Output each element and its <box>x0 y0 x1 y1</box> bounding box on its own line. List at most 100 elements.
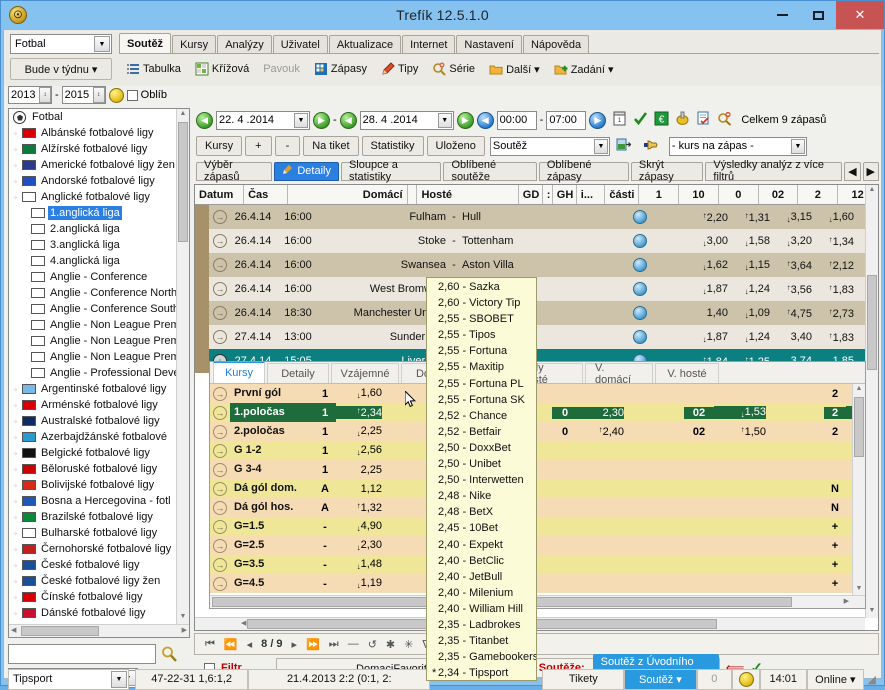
expand-row-button[interactable]: → <box>209 234 231 248</box>
toolbar-serie[interactable]: Série <box>425 58 482 80</box>
nav-mark-button[interactable]: ✱ <box>386 638 395 651</box>
tree-vertical-scrollbar[interactable]: ▲ ▼ <box>176 109 189 624</box>
odds-cell-10[interactable]: 1,31 <box>731 211 773 224</box>
internet-link-icon[interactable] <box>625 306 655 320</box>
sport-combo[interactable]: Fotbal ▼ <box>10 34 112 54</box>
time-from-prev-button[interactable]: ◀ <box>476 111 494 129</box>
coin-icon[interactable] <box>675 111 693 129</box>
euro-icon[interactable]: € <box>654 111 672 129</box>
search-icon[interactable] <box>158 644 180 665</box>
scroll-up-arrow-icon[interactable]: ▲ <box>854 385 864 395</box>
date-from-prev-button[interactable]: ◀ <box>196 111 213 129</box>
tree-item[interactable]: ◦ České fotbalové ligy <box>9 557 176 573</box>
week-filter-button[interactable]: Bude v týdnu ▾ <box>10 58 112 80</box>
detail-row[interactable]: →2.poločas12,2502,40021,5024,00 <box>210 422 865 441</box>
nav-next-button[interactable]: ▸ <box>292 638 298 651</box>
detail-horizontal-scrollbar[interactable]: ▶ <box>210 595 865 608</box>
scroll-right-arrow-icon[interactable]: ▶ <box>844 597 849 605</box>
tree-item[interactable]: ◦ Argentinské fotbalové ligy <box>9 381 176 397</box>
tree-item[interactable]: 1.anglická liga <box>9 205 176 221</box>
grid-column-header[interactable]: 0 <box>719 185 759 204</box>
expander-icon[interactable]: ◦ <box>11 577 20 586</box>
menu-tab-internet[interactable]: Internet <box>402 35 456 54</box>
tab-vyber-zapasu[interactable]: Výběr zápasů <box>196 159 273 183</box>
detail-row[interactable]: →G=2.5-2,30+1,56 <box>210 536 865 555</box>
detail-row[interactable]: →G=3.5-1,48+2,30 <box>210 555 865 574</box>
grid-column-header[interactable] <box>408 185 418 204</box>
grid-column-header[interactable]: 2 <box>798 185 839 204</box>
scroll-down-arrow-icon[interactable]: ▼ <box>178 613 188 623</box>
kursy-button[interactable]: Kursy <box>196 136 243 156</box>
odds-cell-10[interactable]: 1,15 <box>731 259 773 272</box>
toolbar-tipy[interactable]: Tipy <box>374 58 425 80</box>
detail-tab[interactable]: Kursy <box>213 362 265 383</box>
tree-scroll-thumb[interactable] <box>178 122 188 242</box>
tab-detaily[interactable]: Detaily <box>274 161 339 181</box>
odds-cell-0[interactable]: 3,20 <box>773 235 815 248</box>
chevron-down-icon[interactable]: ▼ <box>790 138 805 154</box>
magnifier-plus-icon[interactable] <box>717 111 735 129</box>
odds-cell-02[interactable]: 2,12 <box>815 259 857 272</box>
tree-item[interactable]: ◦ Dánské fotbalové ligy <box>9 605 176 621</box>
check-icon[interactable] <box>633 111 651 129</box>
expander-icon[interactable]: ◦ <box>11 513 20 522</box>
year-to-spinner[interactable]: 2015 ↕ <box>61 86 106 104</box>
odds-cell-1[interactable]: 1,62 <box>689 259 731 272</box>
resize-grip-icon[interactable]: ◢ <box>864 669 879 690</box>
odds-cell-1[interactable]: 3,00 <box>689 235 731 248</box>
tree-item[interactable]: ◦ Alžírské fotbalové ligy <box>9 141 176 157</box>
na-tiket-button[interactable]: Na tiket <box>303 136 359 156</box>
tree-item[interactable]: 4.anglická liga <box>9 253 176 269</box>
detail-odd-1[interactable]: 2,56 <box>336 444 382 457</box>
grid-column-header[interactable]: GD <box>519 185 543 204</box>
detail-row[interactable]: → G 1-2 1 2,56 <box>210 441 865 460</box>
tree-item[interactable]: ◦ České fotbalové ligy žen <box>9 573 176 589</box>
tree-item[interactable]: ◦ Brazilské fotbalové ligy <box>9 509 176 525</box>
tab-oblibene-souteze[interactable]: Oblíbené soutěže <box>443 159 537 183</box>
internet-link-icon[interactable] <box>625 210 655 224</box>
expander-icon[interactable]: ◦ <box>11 145 20 154</box>
date-from-field[interactable]: 22. 4 .2014 ▼ <box>216 110 310 130</box>
tab-vysledky-analyz[interactable]: Výsledky analýz z více filtrů <box>705 159 843 183</box>
detail-odd-1[interactable]: 1,48 <box>336 558 382 571</box>
grid-column-header[interactable]: 02 <box>759 185 799 204</box>
year-to-spin-arrows[interactable]: ↕ <box>92 87 105 103</box>
detail-odd-1[interactable]: 1,60 <box>336 387 382 400</box>
time-to-field[interactable]: 07:00 <box>546 110 587 130</box>
minimize-button[interactable] <box>764 1 800 29</box>
nav-last-button[interactable]: ⏭ <box>329 638 339 651</box>
grid-column-header[interactable]: Datum <box>195 185 245 204</box>
grid-column-header[interactable]: Hosté <box>417 185 519 204</box>
detail-row[interactable]: →G=1.5-4,90+1,16 <box>210 517 865 536</box>
expander-icon[interactable]: ◦ <box>11 497 20 506</box>
favourite-checkbox[interactable] <box>126 89 138 101</box>
toolbar-dalsi[interactable]: Další ▾ <box>482 58 547 80</box>
detail-expand-button[interactable]: → <box>210 443 230 458</box>
menu-tab-analyzy[interactable]: Analýzy <box>217 35 272 54</box>
tab-scroll-right-icon[interactable]: ▶ <box>862 161 879 181</box>
detail-expand-button[interactable]: → <box>210 481 230 496</box>
tree-item[interactable]: Anglie - Non League Prem <box>9 349 176 365</box>
status-tikety-button[interactable]: Tikety <box>542 668 625 690</box>
expander-icon[interactable]: ◦ <box>11 401 20 410</box>
detail-col-02-value[interactable]: 1,50 <box>714 425 766 438</box>
match-row[interactable]: → 26.4.14 16:00 Fulham-Hull 2,201,313,151,60… <box>195 205 878 229</box>
detail-row[interactable]: → G 3-4 1 2,25 <box>210 460 865 479</box>
time-from-field[interactable]: 00:00 <box>496 110 537 130</box>
scroll-up-arrow-icon[interactable]: ▲ <box>867 186 877 196</box>
expand-row-button[interactable]: → <box>209 258 231 272</box>
calendar-icon[interactable]: 1 <box>612 111 630 129</box>
scroll-down-arrow-icon[interactable]: ▼ <box>867 607 877 617</box>
detail-scroll-thumb[interactable] <box>854 397 864 457</box>
tree-item[interactable]: Fotbal <box>9 109 176 125</box>
detail-odd-1[interactable]: 2,34 <box>336 406 382 419</box>
expander-icon[interactable]: ◦ <box>11 193 20 202</box>
status-online-combo[interactable]: Online ▾ <box>806 668 865 690</box>
detail-expand-button[interactable]: → <box>210 557 230 572</box>
grid-column-header[interactable]: Čas <box>244 185 288 204</box>
tree-item[interactable]: ◦ Azerbajdžánské fotbalové <box>9 429 176 445</box>
tree-item[interactable]: Anglie - Non League Prem <box>9 333 176 349</box>
odds-cell-1[interactable]: 1,87 <box>689 331 731 344</box>
detail-tab[interactable]: Vzájemné <box>331 363 399 383</box>
menu-tab-aktualizace[interactable]: Aktualizace <box>328 35 402 54</box>
